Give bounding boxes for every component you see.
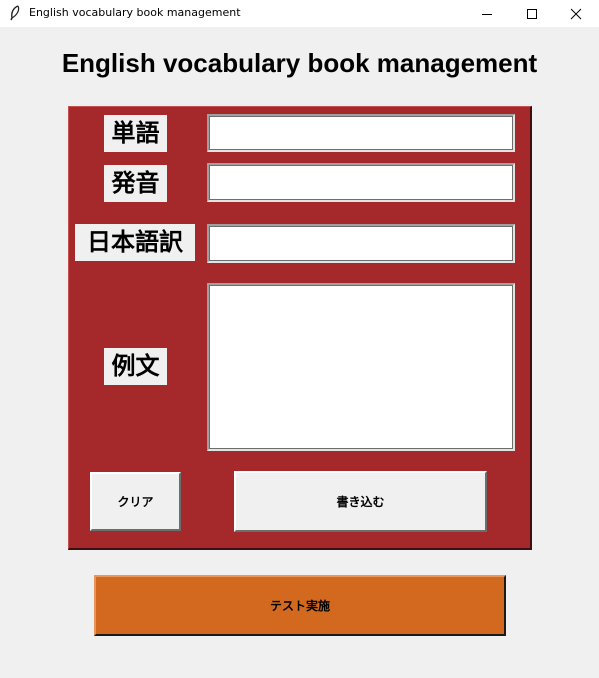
pronunciation-label: 発音 bbox=[104, 165, 167, 202]
feather-icon bbox=[8, 5, 22, 21]
close-icon bbox=[570, 8, 582, 19]
maximize-icon bbox=[527, 8, 537, 19]
example-textarea[interactable] bbox=[207, 283, 515, 451]
maximize-button[interactable] bbox=[509, 0, 555, 27]
example-label: 例文 bbox=[104, 348, 167, 385]
word-input[interactable] bbox=[207, 114, 515, 152]
minimize-icon bbox=[482, 13, 492, 15]
run-test-button[interactable]: テスト実施 bbox=[94, 575, 506, 636]
translation-input[interactable] bbox=[207, 224, 515, 263]
pronunciation-input[interactable] bbox=[207, 163, 515, 202]
minimize-button[interactable] bbox=[464, 0, 510, 27]
translation-label: 日本語訳 bbox=[75, 224, 195, 261]
window-title: English vocabulary book management bbox=[29, 6, 241, 19]
write-button[interactable]: 書き込む bbox=[234, 471, 487, 532]
title-bar: English vocabulary book management bbox=[0, 0, 599, 27]
page-title: English vocabulary book management bbox=[61, 48, 538, 78]
clear-button[interactable]: クリア bbox=[90, 472, 181, 531]
close-button[interactable] bbox=[553, 0, 599, 27]
word-label: 単語 bbox=[104, 115, 167, 152]
